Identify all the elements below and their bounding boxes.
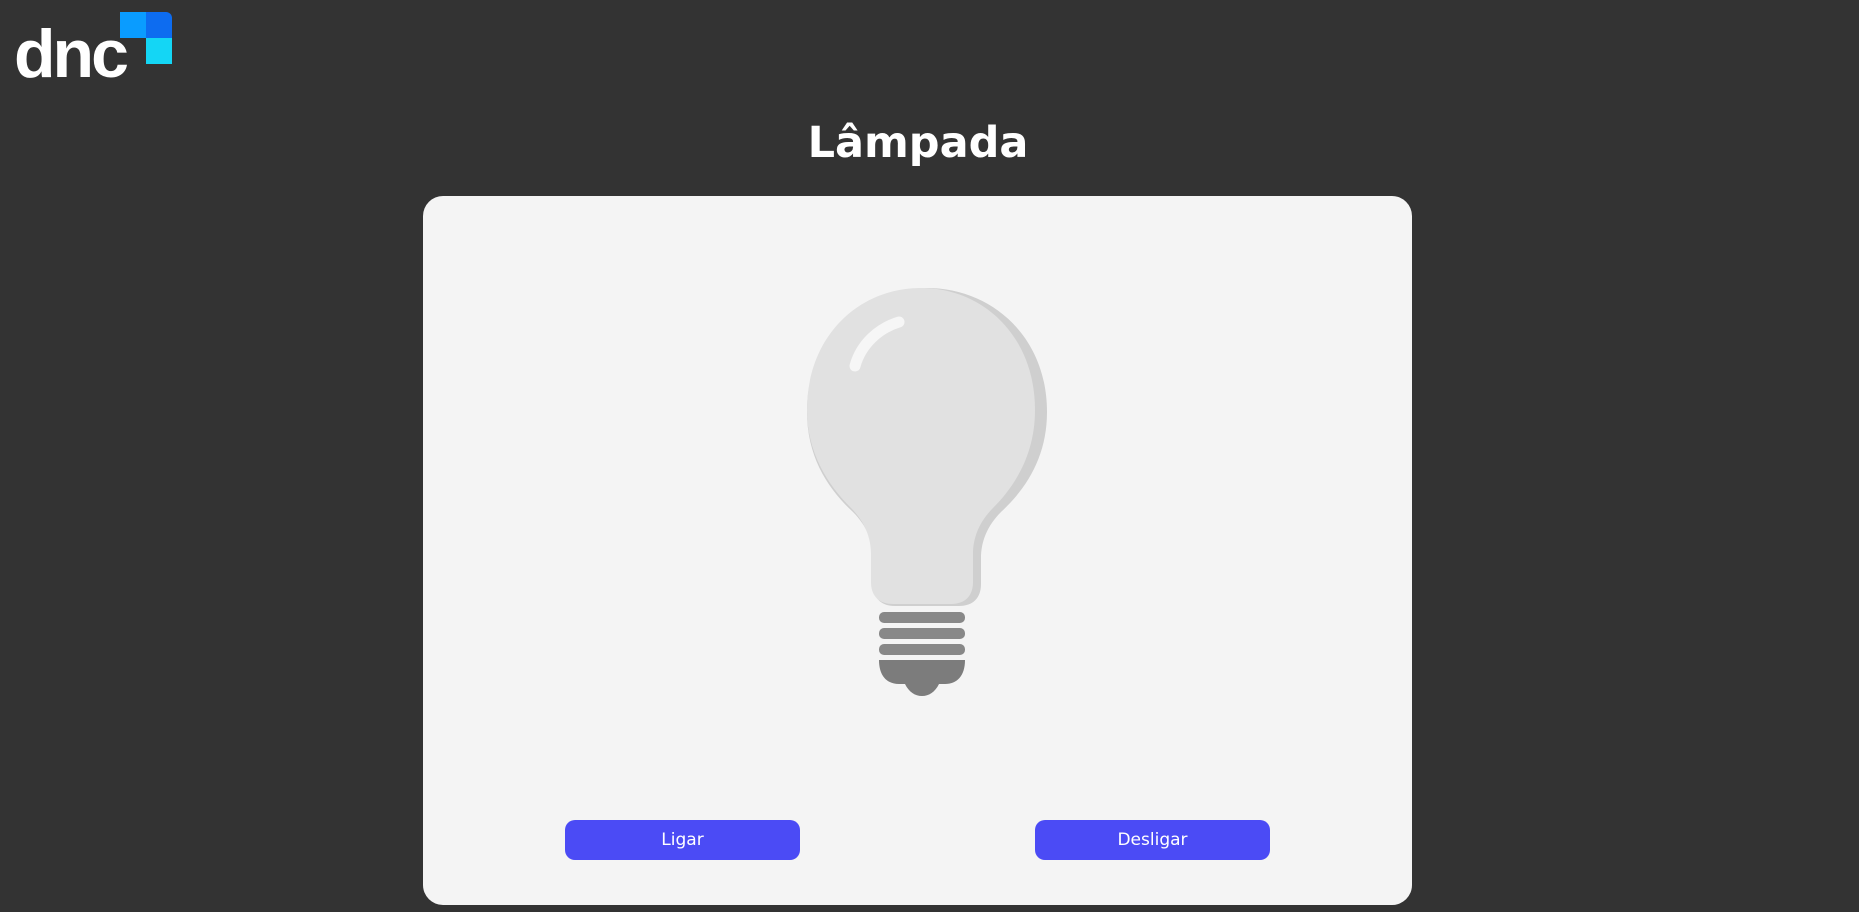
- bulb-thread-1: [879, 612, 965, 623]
- logo-square-blue: [146, 12, 172, 38]
- dnc-logo: dnc: [14, 12, 174, 92]
- page-title: Lâmpada: [807, 118, 1029, 168]
- bulb-base: [879, 660, 965, 696]
- lightbulb-icon: [807, 288, 1047, 696]
- bulb-thread-3: [879, 644, 965, 655]
- logo-square-cyan: [146, 38, 172, 64]
- logo-wordmark: dnc: [14, 16, 129, 92]
- bulb-thread-2: [879, 628, 965, 639]
- lamp-card: Ligar Desligar: [423, 196, 1412, 905]
- logo-square-light-blue: [120, 12, 146, 38]
- bulb-glass: [807, 288, 1035, 604]
- turn-on-button[interactable]: Ligar: [565, 820, 800, 860]
- turn-off-button[interactable]: Desligar: [1035, 820, 1270, 860]
